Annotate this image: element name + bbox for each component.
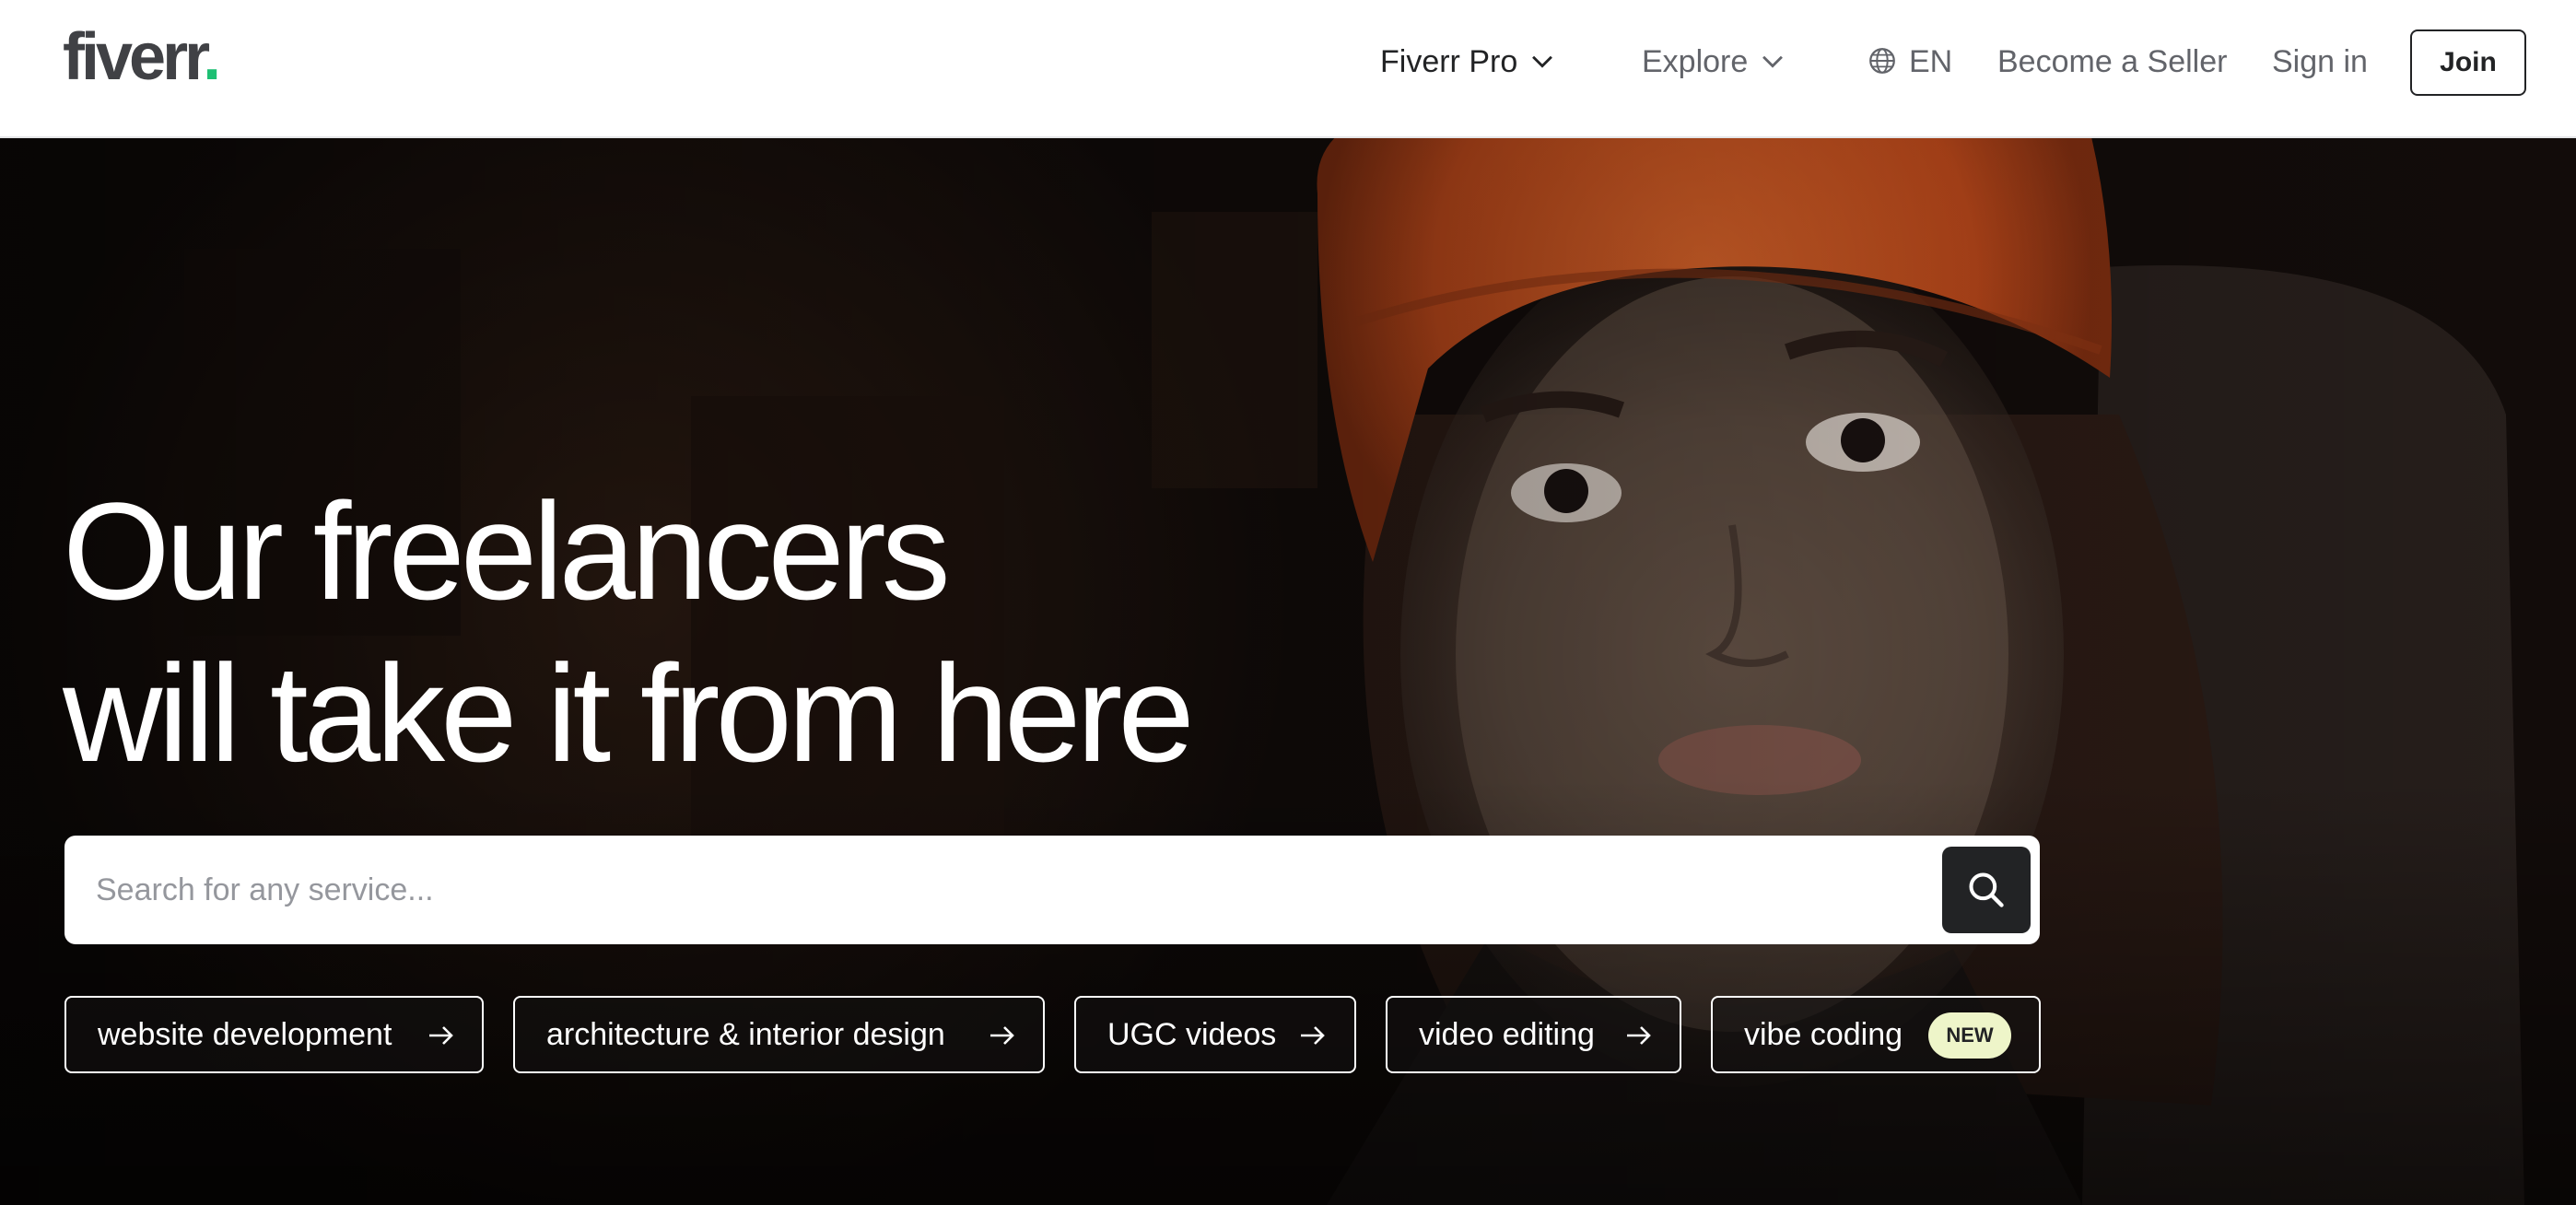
chip-video-editing[interactable]: video editing: [1386, 996, 1681, 1073]
arrow-right-icon: [429, 1026, 453, 1045]
language-label: EN: [1909, 44, 1953, 79]
nav-explore-dropdown[interactable]: Explore: [1642, 39, 1788, 85]
join-button[interactable]: Join: [2410, 29, 2526, 96]
arrow-right-icon: [1627, 1026, 1651, 1045]
language-selector[interactable]: EN: [1867, 39, 1952, 85]
arrow-right-icon: [1301, 1026, 1325, 1045]
chevron-down-icon: [1762, 55, 1784, 68]
chip-label: website development: [98, 1017, 392, 1052]
arrow-right-icon: [990, 1026, 1014, 1045]
fiverr-logo[interactable]: fiverr.: [63, 24, 221, 90]
headline-line-2: will take it from here: [63, 636, 1195, 790]
globe-icon: [1869, 48, 1895, 74]
service-search-bar: [64, 836, 2040, 944]
chip-architecture-interior-design[interactable]: architecture & interior design: [513, 996, 1045, 1073]
logo-text: fiverr: [63, 20, 206, 94]
nav-fiverr-pro-label: Fiverr Pro: [1380, 44, 1518, 79]
top-navigation-bar: fiverr. Fiverr Pro Explore EN Become a S…: [0, 0, 2576, 138]
chip-ugc-videos[interactable]: UGC videos: [1074, 996, 1356, 1073]
sign-in-link[interactable]: Sign in: [2272, 39, 2368, 85]
nav-fiverr-pro-dropdown[interactable]: Fiverr Pro: [1380, 39, 1558, 85]
search-icon: [1969, 872, 2004, 907]
logo-dot: .: [203, 20, 221, 94]
chevron-down-icon: [1532, 55, 1553, 68]
hero-headline: Our freelancers will take it from here: [63, 470, 1195, 794]
chip-website-development[interactable]: website development: [64, 996, 484, 1073]
headline-line-1: Our freelancers: [63, 474, 951, 628]
nav-explore-label: Explore: [1642, 44, 1749, 79]
chip-vibe-coding[interactable]: vibe coding NEW: [1711, 996, 2041, 1073]
search-input[interactable]: [64, 836, 1926, 944]
become-seller-link[interactable]: Become a Seller: [1997, 39, 2227, 85]
chip-label: architecture & interior design: [546, 1017, 945, 1052]
chip-label: video editing: [1419, 1017, 1595, 1052]
chip-label: vibe coding: [1744, 1017, 1903, 1052]
search-button[interactable]: [1942, 847, 2031, 933]
chip-label: UGC videos: [1107, 1017, 1277, 1052]
new-badge: NEW: [1928, 1012, 2011, 1059]
